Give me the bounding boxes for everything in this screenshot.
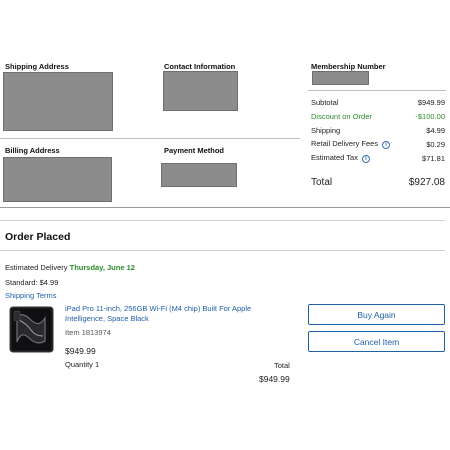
ipad-pro-image (9, 306, 54, 353)
shipping-standard: Standard: $4.99 (5, 278, 59, 287)
retail-fees-row: Retail Delivery Fees i $0.29 (311, 139, 445, 149)
shipping-terms-link[interactable]: Shipping Terms (5, 291, 57, 300)
shipping-label: Shipping (311, 126, 341, 135)
estimated-delivery-date: Thursday, June 12 (69, 263, 135, 272)
address-divider (0, 138, 300, 139)
shipping-address-heading: Shipping Address (5, 62, 69, 71)
section-divider-inner (0, 220, 445, 221)
membership-divider (308, 90, 446, 91)
order-total-value: $927.08 (408, 177, 445, 188)
billing-address-heading: Billing Address (5, 146, 60, 155)
shipping-value: $4.99 (426, 126, 445, 135)
info-icon[interactable]: i (361, 155, 370, 163)
payment-method-heading: Payment Method (164, 146, 225, 155)
shipping-row: Shipping $4.99 (311, 126, 445, 135)
buy-again-button[interactable]: Buy Again (308, 304, 445, 325)
subtotal-row: Subtotal $949.99 (311, 98, 445, 107)
contact-information-heading: Contact Information (164, 62, 236, 71)
item-number: Item 1813974 (65, 328, 111, 337)
discount-row: Discount on Order -$100.00 (311, 112, 445, 121)
membership-number-heading: Membership Number (311, 62, 386, 71)
shipping-address-redacted (3, 72, 113, 131)
discount-value: -$100.00 (415, 112, 445, 121)
retail-fees-label: Retail Delivery Fees (311, 139, 379, 148)
item-total-value: $949.99 (259, 374, 290, 384)
order-total-row: Total $927.08 (311, 177, 445, 188)
section-divider (0, 207, 450, 208)
product-price: $949.99 (65, 346, 96, 356)
info-icon[interactable]: i (382, 141, 391, 149)
membership-number-redacted (312, 71, 369, 85)
subtotal-value: $949.99 (417, 98, 445, 107)
order-status-title: Order Placed (5, 231, 71, 243)
tax-row: Estimated Tax i $71.81 (311, 153, 445, 163)
estimated-delivery-label: Estimated Delivery (5, 263, 68, 272)
tax-label-group: Estimated Tax i (311, 153, 370, 163)
retail-fees-value: $0.29 (426, 139, 445, 149)
order-total-label: Total (311, 177, 333, 188)
item-total-label: Total (274, 361, 290, 370)
tax-label: Estimated Tax (311, 153, 358, 162)
cancel-item-button[interactable]: Cancel Item (308, 331, 445, 352)
tax-value: $71.81 (422, 153, 445, 163)
order-title-divider (0, 250, 445, 251)
quantity: Quantity 1 (65, 360, 100, 369)
product-image[interactable] (9, 306, 54, 353)
estimated-delivery: Estimated Delivery Thursday, June 12 (5, 263, 135, 272)
subtotal-label: Subtotal (311, 98, 339, 107)
billing-address-redacted (3, 157, 112, 202)
contact-information-redacted (163, 71, 238, 111)
payment-method-redacted (161, 163, 237, 187)
product-name-link[interactable]: iPad Pro 11-inch, 256GB Wi-Fi (M4 chip) … (65, 304, 290, 324)
discount-label: Discount on Order (311, 112, 372, 121)
retail-fees-label-group: Retail Delivery Fees i (311, 139, 391, 149)
